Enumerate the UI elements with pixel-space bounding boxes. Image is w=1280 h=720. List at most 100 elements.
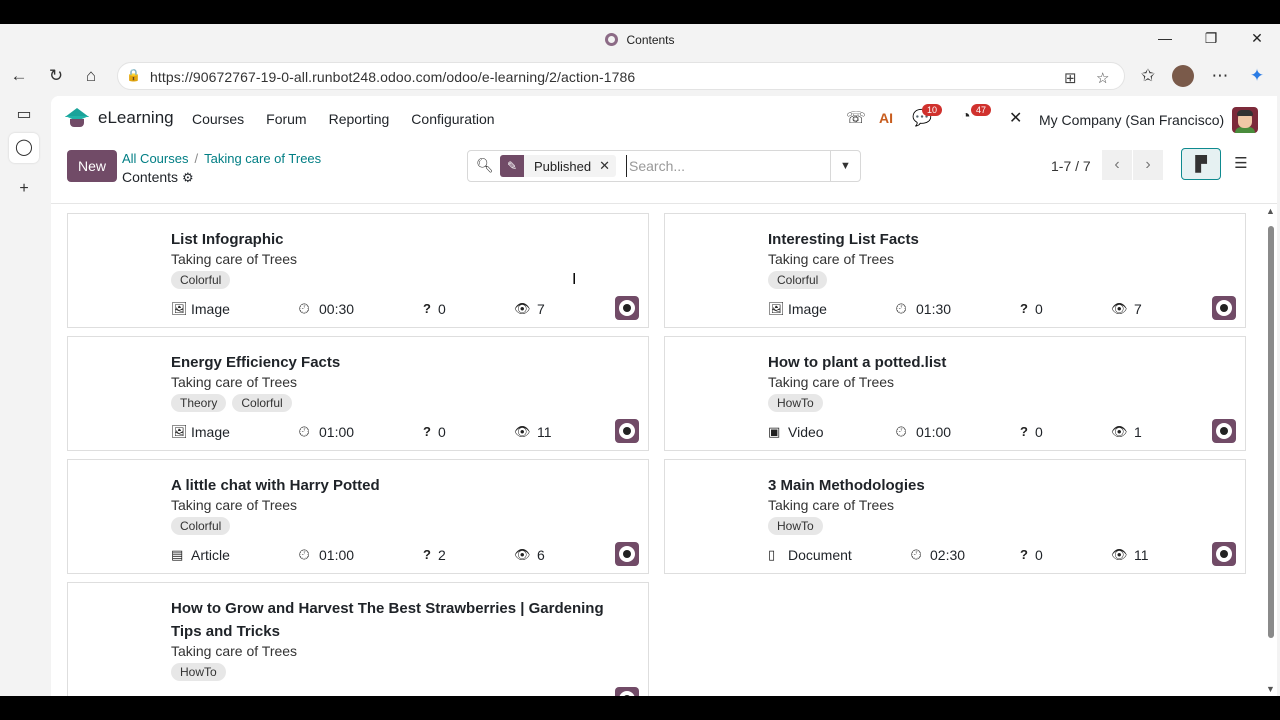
question-count: 0 xyxy=(1035,547,1043,563)
close-icon[interactable]: ✕ xyxy=(1247,30,1267,47)
question-icon: ? xyxy=(1020,424,1028,439)
card-title[interactable]: 3 Main Methodologies xyxy=(768,474,1228,497)
search-icon[interactable]: 🔍︎ xyxy=(476,157,494,174)
phone-icon[interactable]: ☏ xyxy=(846,108,866,128)
scrollbar[interactable]: ▲ ▼ xyxy=(1265,206,1277,696)
main-menu: Courses Forum Reporting Configuration xyxy=(192,111,495,127)
breadcrumb-all-courses[interactable]: All Courses xyxy=(122,151,188,166)
restore-icon[interactable]: ❐ xyxy=(1201,30,1221,47)
card-title[interactable]: A little chat with Harry Potted xyxy=(171,474,631,497)
pager-value[interactable]: 1-7 / 7 xyxy=(1051,158,1091,174)
minimize-icon[interactable]: — xyxy=(1155,30,1175,46)
eye-icon: 👁︎ xyxy=(1111,547,1128,562)
content-card[interactable]: List Infographic Taking care of Trees Colo… xyxy=(67,213,649,328)
card-meta: 🖼︎ Image 🕘︎ 01:30? 0 👁︎ 7 xyxy=(768,301,1148,321)
content-card[interactable]: Interesting List Facts Taking care of Tre… xyxy=(664,213,1246,328)
card-tags: HowTo xyxy=(768,394,823,412)
url-bar[interactable]: 🔒 https://90672767-19-0-all.runbot248.od… xyxy=(117,62,1125,90)
menu-courses[interactable]: Courses xyxy=(192,111,244,127)
chat-icon[interactable]: 💬 10 xyxy=(912,104,943,128)
content-card[interactable]: How to plant a potted.list Taking care of… xyxy=(664,336,1246,451)
tabs-icon[interactable]: ▭ xyxy=(13,104,35,126)
content-type: Video xyxy=(788,424,824,440)
content-type-icon: 🖼︎ xyxy=(171,301,188,316)
menu-reporting[interactable]: Reporting xyxy=(329,111,390,127)
scroll-up-icon[interactable]: ▲ xyxy=(1266,206,1275,216)
odoo-bot-icon xyxy=(1212,296,1236,320)
pager-next-icon[interactable]: › xyxy=(1133,150,1163,180)
tools-icon[interactable]: ✕ xyxy=(1009,108,1022,128)
card-title[interactable]: How to Grow and Harvest The Best Strawbe… xyxy=(171,597,631,643)
favorites-icon[interactable]: ✩ xyxy=(1137,65,1159,87)
activity-clock-icon[interactable]: ◔ 47 xyxy=(961,104,992,126)
filter-facet: ✎ Published ✕ xyxy=(500,155,617,177)
window-title-text: Contents xyxy=(626,33,675,47)
new-button[interactable]: New xyxy=(67,150,117,182)
card-tags: Theory Colorful xyxy=(171,394,292,412)
content-type-icon: ▣ xyxy=(768,424,781,439)
user-avatar[interactable] xyxy=(1232,107,1258,133)
facet-value: Published xyxy=(534,158,592,174)
content-type-icon: 🖼︎ xyxy=(171,424,188,439)
scrollbar-thumb[interactable] xyxy=(1268,226,1274,638)
pager-previous-icon[interactable]: ‹ xyxy=(1102,150,1132,180)
card-title[interactable]: How to plant a potted.list xyxy=(768,351,1228,374)
tag-badge: HowTo xyxy=(171,663,226,681)
home-icon[interactable]: ⌂ xyxy=(80,65,102,87)
content-type: Image xyxy=(191,424,230,440)
app-name[interactable]: eLearning xyxy=(98,108,174,128)
chat-badge: 10 xyxy=(922,104,943,116)
gear-icon[interactable]: ⚙ xyxy=(182,170,194,185)
eye-icon: 👁︎ xyxy=(1111,301,1128,316)
company-switcher[interactable]: My Company (San Francisco) xyxy=(1039,112,1224,128)
search-input[interactable] xyxy=(626,155,826,177)
copilot-icon[interactable]: ✦ xyxy=(1246,65,1268,87)
clock-icon: 🕘︎ xyxy=(299,547,310,562)
elearning-cap-icon xyxy=(65,108,89,128)
favorite-star-icon[interactable]: ☆ xyxy=(1096,69,1109,87)
tag-badge: Colorful xyxy=(171,517,231,535)
search-options-toggle[interactable]: ▼ xyxy=(830,151,860,181)
breadcrumb-course[interactable]: Taking care of Trees xyxy=(204,151,321,166)
list-view-button[interactable]: ☰ xyxy=(1221,148,1261,180)
back-icon[interactable]: ← xyxy=(8,65,30,87)
url-text[interactable]: https://90672767-19-0-all.runbot248.odoo… xyxy=(150,69,635,85)
question-icon: ? xyxy=(423,424,431,439)
address-bar-row: ← ↻ ⌂ 🔒 https://90672767-19-0-all.runbot… xyxy=(0,56,1280,96)
content-type-icon: 🖼︎ xyxy=(768,301,785,316)
menu-forum[interactable]: Forum xyxy=(266,111,306,127)
refresh-icon[interactable]: ↻ xyxy=(45,65,67,87)
add-icon[interactable]: + xyxy=(13,178,35,200)
clock-icon: 🕘︎ xyxy=(299,424,310,439)
kanban-view-button[interactable]: ▛ xyxy=(1181,148,1221,180)
apps-icon[interactable]: ⊞ xyxy=(1064,69,1077,87)
card-title[interactable]: List Infographic xyxy=(171,228,631,251)
remove-facet-icon[interactable]: ✕ xyxy=(599,158,616,174)
tag-badge: Colorful xyxy=(768,271,828,289)
more-icon[interactable]: ⋯ xyxy=(1209,65,1231,87)
scroll-down-icon[interactable]: ▼ xyxy=(1266,684,1275,694)
odoo-tab-icon[interactable]: ◯ xyxy=(9,133,39,163)
profile-avatar[interactable] xyxy=(1172,65,1194,87)
content-type-icon: ▤ xyxy=(171,547,184,562)
browser-sidebar: ▭ ◯ + xyxy=(0,96,50,696)
content-type-icon: ▯ xyxy=(768,547,776,562)
card-course: Taking care of Trees xyxy=(171,497,298,513)
content-card[interactable]: 3 Main Methodologies Taking care of Trees… xyxy=(664,459,1246,574)
ai-icon[interactable]: AI xyxy=(879,110,893,126)
app-brand[interactable]: eLearning xyxy=(65,108,174,128)
clock-icon: 🕘︎ xyxy=(896,301,907,316)
card-title[interactable]: Energy Efficiency Facts xyxy=(171,351,631,374)
content-card[interactable]: How to Grow and Harvest The Best Strawbe… xyxy=(67,582,649,696)
duration: 01:00 xyxy=(319,547,355,563)
title-bar: Contents — ❐ ✕ xyxy=(0,24,1280,56)
menu-configuration[interactable]: Configuration xyxy=(411,111,494,127)
content-card[interactable]: Energy Efficiency Facts Taking care of Tr… xyxy=(67,336,649,451)
question-icon: ? xyxy=(423,547,431,562)
card-title[interactable]: Interesting List Facts xyxy=(768,228,1228,251)
browser-window: Contents — ❐ ✕ ← ↻ ⌂ 🔒 https://90672767-… xyxy=(0,24,1280,696)
odoo-page: eLearning Courses Forum Reporting Config… xyxy=(51,96,1277,696)
page-title-text: Contents xyxy=(122,169,179,185)
question-icon: ? xyxy=(1020,301,1028,316)
content-card[interactable]: A little chat with Harry Potted Taking ca… xyxy=(67,459,649,574)
